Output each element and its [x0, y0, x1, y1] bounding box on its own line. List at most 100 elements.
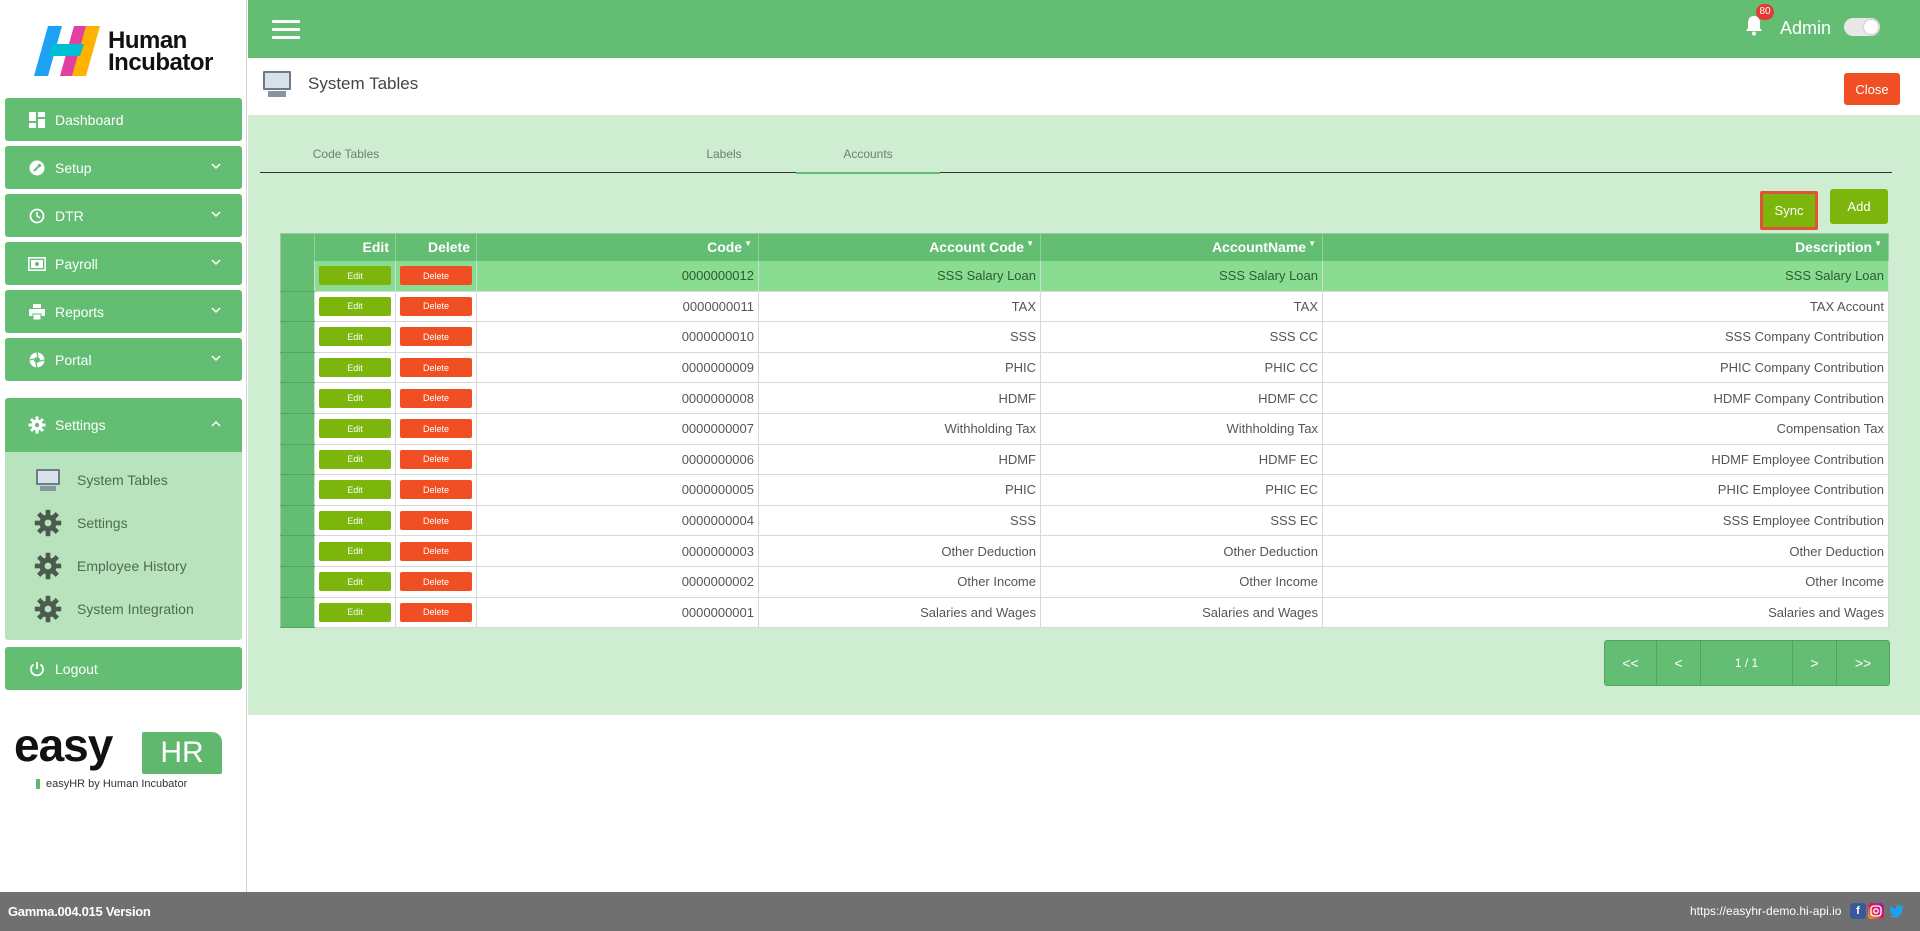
table-row[interactable]: Edit Delete 0000000001 Salaries and Wage… [280, 597, 1889, 629]
column-header-account-name[interactable]: AccountName ▼ [1040, 233, 1323, 261]
table-row[interactable]: Edit Delete 0000000004 SSS SSS EC SSS Em… [280, 505, 1889, 537]
tab-accounts[interactable]: Accounts [796, 135, 940, 174]
edit-button[interactable]: Edit [319, 327, 391, 347]
submenu-item-label: System Integration [77, 600, 194, 617]
filter-icon[interactable]: ▼ [744, 239, 752, 248]
facebook-icon[interactable]: f [1850, 903, 1866, 919]
easyhr-logo: easy HR easyHR by Human Incubator [14, 722, 222, 792]
sync-button[interactable]: Sync [1760, 191, 1818, 230]
main-content: Code Tables Labels Accounts Sync Add Edi… [248, 115, 1920, 715]
delete-button[interactable]: Delete [400, 449, 472, 469]
submenu-item-employee-history[interactable]: Employee History [5, 544, 242, 587]
column-header-account-code[interactable]: Account Code ▼ [758, 233, 1041, 261]
row-selector[interactable] [280, 474, 315, 506]
row-selector[interactable] [280, 444, 315, 476]
row-selector[interactable] [280, 597, 315, 629]
row-selector[interactable] [280, 566, 315, 598]
row-selector[interactable] [280, 321, 315, 353]
row-selector[interactable] [280, 413, 315, 445]
sidebar-item-logout[interactable]: Logout [5, 647, 242, 690]
submenu-item-system-tables[interactable]: System Tables [5, 458, 242, 501]
submenu-item-settings[interactable]: Settings [5, 501, 242, 544]
column-header-code[interactable]: Code ▼ [476, 233, 759, 261]
cell-code: 0000000005 [476, 474, 759, 506]
table-row[interactable]: Edit Delete 0000000009 PHIC PHIC CC PHIC… [280, 352, 1889, 384]
add-button[interactable]: Add [1830, 189, 1888, 224]
theme-toggle[interactable] [1844, 18, 1880, 36]
edit-button[interactable]: Edit [319, 388, 391, 408]
next-page-button[interactable]: > [1793, 641, 1837, 685]
cell-account-code: SSS Salary Loan [758, 260, 1041, 292]
edit-button[interactable]: Edit [319, 358, 391, 378]
hamburger-menu-button[interactable] [272, 20, 300, 40]
sidebar-item-label: DTR [55, 207, 84, 224]
edit-button[interactable]: Edit [319, 572, 391, 592]
cell-code: 0000000007 [476, 413, 759, 445]
edit-button[interactable]: Edit [319, 511, 391, 531]
filter-icon[interactable]: ▼ [1026, 239, 1034, 248]
row-selector[interactable] [280, 505, 315, 537]
sidebar-item-dashboard[interactable]: Dashboard [5, 98, 242, 141]
submenu-item-system-integration[interactable]: System Integration [5, 587, 242, 630]
delete-button[interactable]: Delete [400, 602, 472, 622]
filter-icon[interactable]: ▼ [1308, 239, 1316, 248]
delete-button[interactable]: Delete [400, 358, 472, 378]
table-row[interactable]: Edit Delete 0000000007 Withholding Tax W… [280, 413, 1889, 445]
delete-button[interactable]: Delete [400, 296, 472, 316]
edit-button[interactable]: Edit [319, 480, 391, 500]
instagram-icon[interactable] [1868, 903, 1884, 919]
edit-button[interactable]: Edit [319, 296, 391, 316]
tab-code-tables[interactable]: Code Tables [274, 135, 418, 173]
dashboard-icon [27, 110, 47, 130]
cell-description: PHIC Employee Contribution [1322, 474, 1889, 506]
row-selector[interactable] [280, 352, 315, 384]
twitter-icon[interactable] [1888, 903, 1904, 919]
previous-page-button[interactable]: < [1657, 641, 1701, 685]
column-header-label: AccountName [1211, 239, 1307, 256]
row-selector[interactable] [280, 291, 315, 323]
sidebar-item-settings[interactable]: Settings [5, 398, 242, 452]
delete-button[interactable]: Delete [400, 419, 472, 439]
delete-button[interactable]: Delete [400, 266, 472, 286]
edit-button[interactable]: Edit [319, 602, 391, 622]
table-row[interactable]: Edit Delete 0000000006 HDMF HDMF EC HDMF… [280, 444, 1889, 476]
last-page-button[interactable]: >> [1837, 641, 1889, 685]
page-title: System Tables [308, 74, 419, 93]
filter-icon[interactable]: ▼ [1874, 239, 1882, 248]
table-row[interactable]: Edit Delete 0000000010 SSS SSS CC SSS Co… [280, 321, 1889, 353]
sidebar-item-reports[interactable]: Reports [5, 290, 242, 333]
sidebar-item-portal[interactable]: Portal [5, 338, 242, 381]
close-button[interactable]: Close [1844, 73, 1900, 105]
table-row[interactable]: Edit Delete 0000000003 Other Deduction O… [280, 535, 1889, 567]
delete-button[interactable]: Delete [400, 327, 472, 347]
column-header-description[interactable]: Description ▼ [1322, 233, 1889, 261]
edit-button[interactable]: Edit [319, 449, 391, 469]
first-page-button[interactable]: << [1605, 641, 1657, 685]
row-selector[interactable] [280, 535, 315, 567]
delete-button[interactable]: Delete [400, 511, 472, 531]
delete-button[interactable]: Delete [400, 480, 472, 500]
edit-button[interactable]: Edit [319, 541, 391, 561]
delete-button[interactable]: Delete [400, 388, 472, 408]
row-selector[interactable] [280, 382, 315, 414]
sidebar-item-payroll[interactable]: Payroll [5, 242, 242, 285]
table-row[interactable]: Edit Delete 0000000008 HDMF HDMF CC HDMF… [280, 382, 1889, 414]
user-name[interactable]: Admin [1780, 18, 1831, 39]
site-url-link[interactable]: https://easyhr-demo.hi-api.io [1690, 904, 1841, 918]
sidebar-item-label: Payroll [55, 255, 98, 272]
page-header: System Tables Close [248, 58, 1920, 115]
sidebar-item-dtr[interactable]: DTR [5, 194, 242, 237]
sidebar-item-setup[interactable]: Setup [5, 146, 242, 189]
human-incubator-logo[interactable]: Human Incubator [34, 24, 224, 80]
delete-button[interactable]: Delete [400, 572, 472, 592]
table-row[interactable]: Edit Delete 0000000011 TAX TAX TAX Accou… [280, 291, 1889, 323]
table-row[interactable]: Edit Delete 0000000012 SSS Salary Loan S… [280, 260, 1889, 292]
row-selector[interactable] [280, 260, 315, 292]
tab-labels[interactable]: Labels [652, 135, 796, 173]
edit-button[interactable]: Edit [319, 266, 391, 286]
cell-account-name: Withholding Tax [1040, 413, 1323, 445]
edit-button[interactable]: Edit [319, 419, 391, 439]
table-row[interactable]: Edit Delete 0000000005 PHIC PHIC EC PHIC… [280, 474, 1889, 506]
table-row[interactable]: Edit Delete 0000000002 Other Income Othe… [280, 566, 1889, 598]
delete-button[interactable]: Delete [400, 541, 472, 561]
